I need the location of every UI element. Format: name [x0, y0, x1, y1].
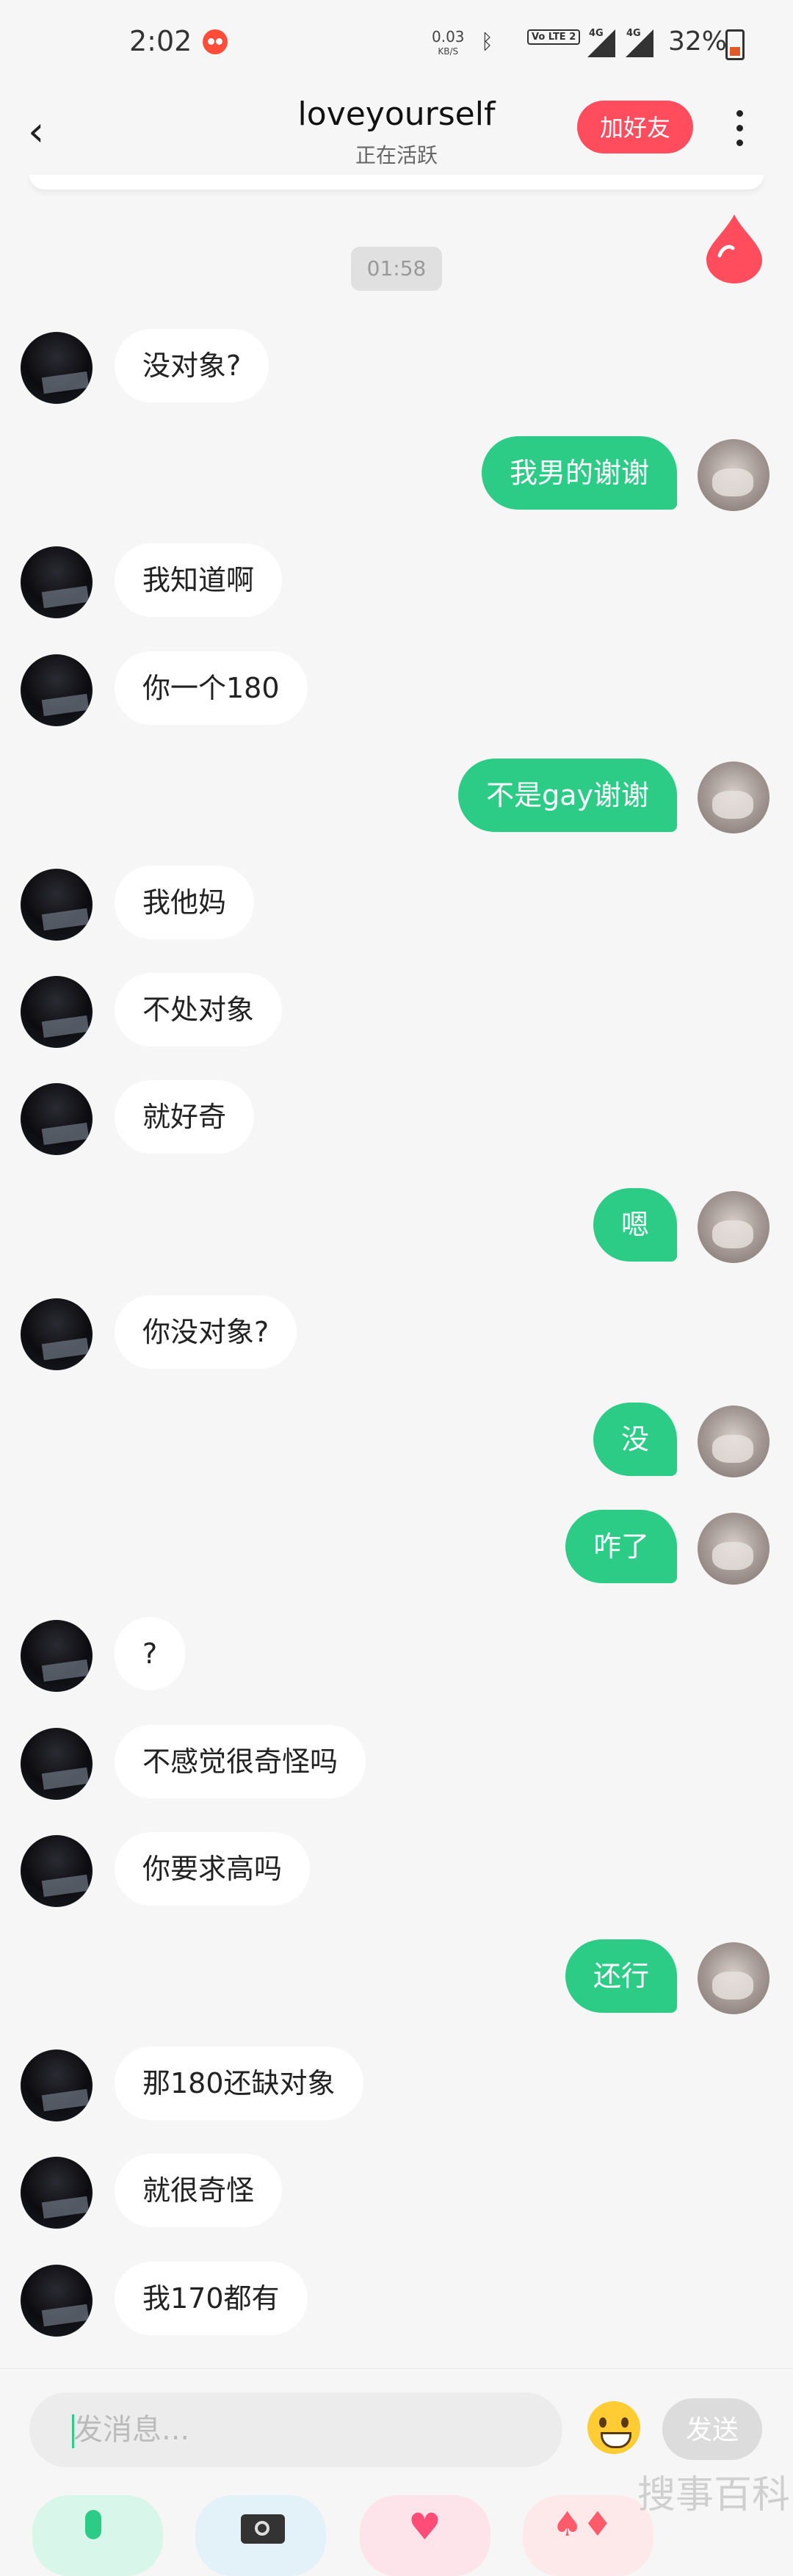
contact-avatar[interactable] [21, 654, 93, 726]
received-message-bubble[interactable]: 我他妈 [115, 866, 255, 939]
message-row: 不感觉很奇怪吗 [0, 1725, 793, 1806]
received-message-bubble[interactable]: 你没对象? [115, 1295, 297, 1369]
message-row: 就很奇怪 [0, 2154, 793, 2235]
message-row: 没 [0, 1403, 793, 1483]
contact-avatar[interactable] [21, 2265, 93, 2337]
sent-message-bubble[interactable]: 还行 [565, 1939, 677, 2013]
received-message-bubble[interactable]: 我知道啊 [115, 543, 283, 617]
network-speed-unit: KB/S [438, 46, 459, 57]
message-row: 那180还缺对象 [0, 2047, 793, 2127]
watermark: 搜事百科 [637, 2473, 791, 2517]
composer-bar: 发消息... 发送 ♥ ♠♦ [0, 2368, 793, 2576]
status-bar: 2:02 0.03 KB/S ᛒ Vo LTE 2 4G 4G 32% [0, 0, 793, 88]
message-input[interactable]: 发消息... [29, 2392, 562, 2467]
heart-tool-button[interactable]: ♥ [360, 2495, 490, 2576]
received-message-bubble[interactable]: 你一个180 [115, 651, 308, 725]
network-speed-value: 0.03 [432, 28, 465, 46]
message-row: 我男的谢谢 [0, 436, 793, 517]
network-speed: 0.03 KB/S [432, 29, 465, 59]
message-row: 就好奇 [0, 1080, 793, 1161]
text-caret [72, 2414, 74, 2448]
contact-avatar[interactable] [21, 546, 93, 618]
contact-avatar[interactable] [21, 869, 93, 941]
bluetooth-icon: ᛒ [481, 29, 493, 54]
message-timestamp: 01:58 [351, 247, 442, 291]
sent-message-bubble[interactable]: 没 [593, 1403, 677, 1476]
message-row: 咋了 [0, 1510, 793, 1591]
sent-message-bubble[interactable]: 嗯 [593, 1188, 677, 1262]
signal-4g-label-2: 4G [626, 28, 641, 39]
microphone-icon [85, 2510, 101, 2539]
my-avatar[interactable] [698, 1405, 770, 1477]
received-message-bubble[interactable]: ? [115, 1617, 186, 1690]
my-avatar[interactable] [698, 439, 770, 511]
received-message-bubble[interactable]: 就很奇怪 [115, 2154, 283, 2227]
contact-avatar[interactable] [21, 332, 93, 404]
battery-percent: 32% [668, 26, 728, 57]
message-row: 你没对象? [0, 1295, 793, 1376]
game-icon: ♠♦ [552, 2504, 613, 2544]
heart-icon: ♥ [408, 2506, 441, 2548]
contact-avatar[interactable] [21, 1620, 93, 1692]
sent-message-bubble[interactable]: 我男的谢谢 [481, 436, 677, 510]
volte-icon: Vo LTE 2 [527, 29, 581, 45]
battery-icon [725, 29, 745, 60]
contact-avatar[interactable] [21, 1728, 93, 1800]
message-row: 没对象? [0, 329, 793, 410]
contact-avatar[interactable] [21, 1083, 93, 1155]
my-avatar[interactable] [698, 1191, 770, 1263]
contact-avatar[interactable] [21, 2157, 93, 2229]
status-time: 2:02 [129, 25, 192, 57]
contact-avatar[interactable] [21, 2049, 93, 2121]
message-row: 你一个180 [0, 651, 793, 732]
camera-icon [241, 2514, 285, 2544]
received-message-bubble[interactable]: 我170都有 [115, 2262, 308, 2335]
message-row: 不处对象 [0, 973, 793, 1054]
contact-avatar[interactable] [21, 1835, 93, 1907]
received-message-bubble[interactable]: 你要求高吗 [115, 1832, 311, 1906]
camera-tool-button[interactable] [195, 2495, 326, 2576]
signal-4g-label-1: 4G [589, 28, 604, 39]
received-message-bubble[interactable]: 那180还缺对象 [115, 2047, 363, 2120]
received-message-bubble[interactable]: 不处对象 [115, 973, 283, 1046]
message-row: 嗯 [0, 1188, 793, 1269]
message-row: ? [0, 1617, 793, 1698]
sent-message-bubble[interactable]: 咋了 [565, 1510, 677, 1583]
pinned-card-edge [29, 175, 764, 189]
contact-avatar[interactable] [21, 976, 93, 1048]
message-row: 你要求高吗 [0, 1832, 793, 1913]
my-avatar[interactable] [698, 761, 770, 833]
my-avatar[interactable] [698, 1513, 770, 1585]
add-friend-button[interactable]: 加好友 [577, 101, 693, 153]
game-tool-button[interactable]: ♠♦ [523, 2495, 653, 2576]
voice-tool-button[interactable] [32, 2495, 163, 2576]
send-button[interactable]: 发送 [662, 2398, 762, 2460]
smile-emoji-icon[interactable] [587, 2401, 640, 2454]
message-row: 不是gay谢谢 [0, 759, 793, 839]
sent-message-bubble[interactable]: 不是gay谢谢 [458, 759, 677, 832]
received-message-bubble[interactable]: 不感觉很奇怪吗 [115, 1725, 366, 1798]
more-options-icon[interactable] [734, 110, 745, 154]
message-row: 我170都有 [0, 2262, 793, 2342]
message-row: 还行 [0, 1939, 793, 2020]
app-notification-icon [203, 29, 228, 54]
message-row: 我他妈 [0, 866, 793, 947]
received-message-bubble[interactable]: 就好奇 [115, 1080, 255, 1154]
fire-drop-icon[interactable] [703, 211, 765, 285]
my-avatar[interactable] [698, 1942, 770, 2014]
message-row: 我知道啊 [0, 543, 793, 624]
received-message-bubble[interactable]: 没对象? [115, 329, 269, 402]
contact-avatar[interactable] [21, 1298, 93, 1370]
